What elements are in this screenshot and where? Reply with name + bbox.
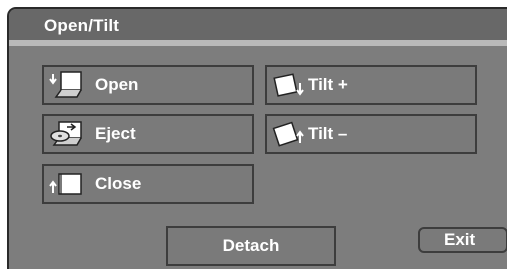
eject-button[interactable]: Eject	[42, 114, 254, 154]
close-button[interactable]: Close	[42, 164, 254, 204]
close-label: Close	[95, 174, 142, 193]
tilt-plus-label: Tilt +	[308, 75, 348, 94]
monitor-open-icon	[47, 69, 87, 101]
title-divider	[9, 40, 507, 46]
tilt-up-icon	[270, 69, 306, 101]
tilt-down-icon	[270, 118, 306, 150]
open-label: Open	[95, 75, 139, 94]
exit-button[interactable]: Exit	[418, 227, 507, 253]
title-bar: Open/Tilt	[9, 9, 507, 41]
open-button[interactable]: Open	[42, 65, 254, 105]
tilt-minus-label: Tilt –	[308, 124, 348, 143]
monitor-close-icon	[47, 168, 87, 200]
page-title: Open/Tilt	[44, 16, 120, 35]
detach-button[interactable]: Detach	[166, 226, 336, 266]
eject-label: Eject	[95, 124, 136, 143]
tilt-plus-button[interactable]: Tilt +	[265, 65, 477, 105]
tilt-minus-button[interactable]: Tilt –	[265, 114, 477, 154]
disc-eject-icon	[47, 118, 87, 150]
